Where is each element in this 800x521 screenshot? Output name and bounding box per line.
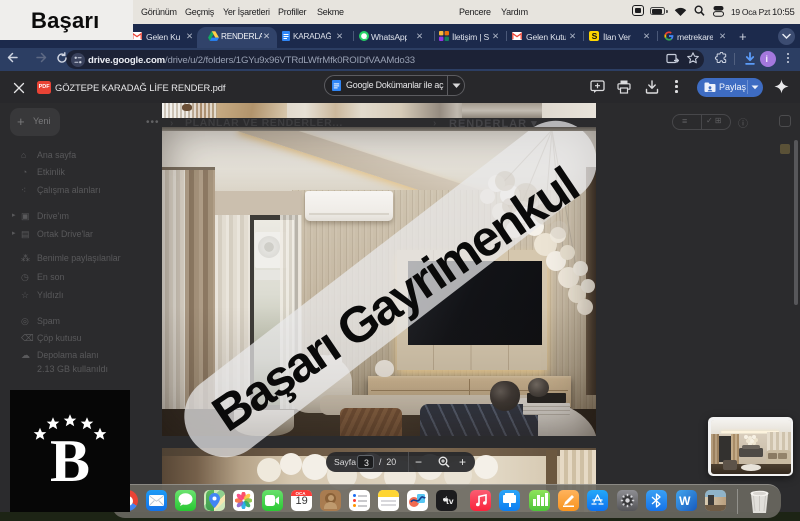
svg-text:B: B [50,428,90,494]
